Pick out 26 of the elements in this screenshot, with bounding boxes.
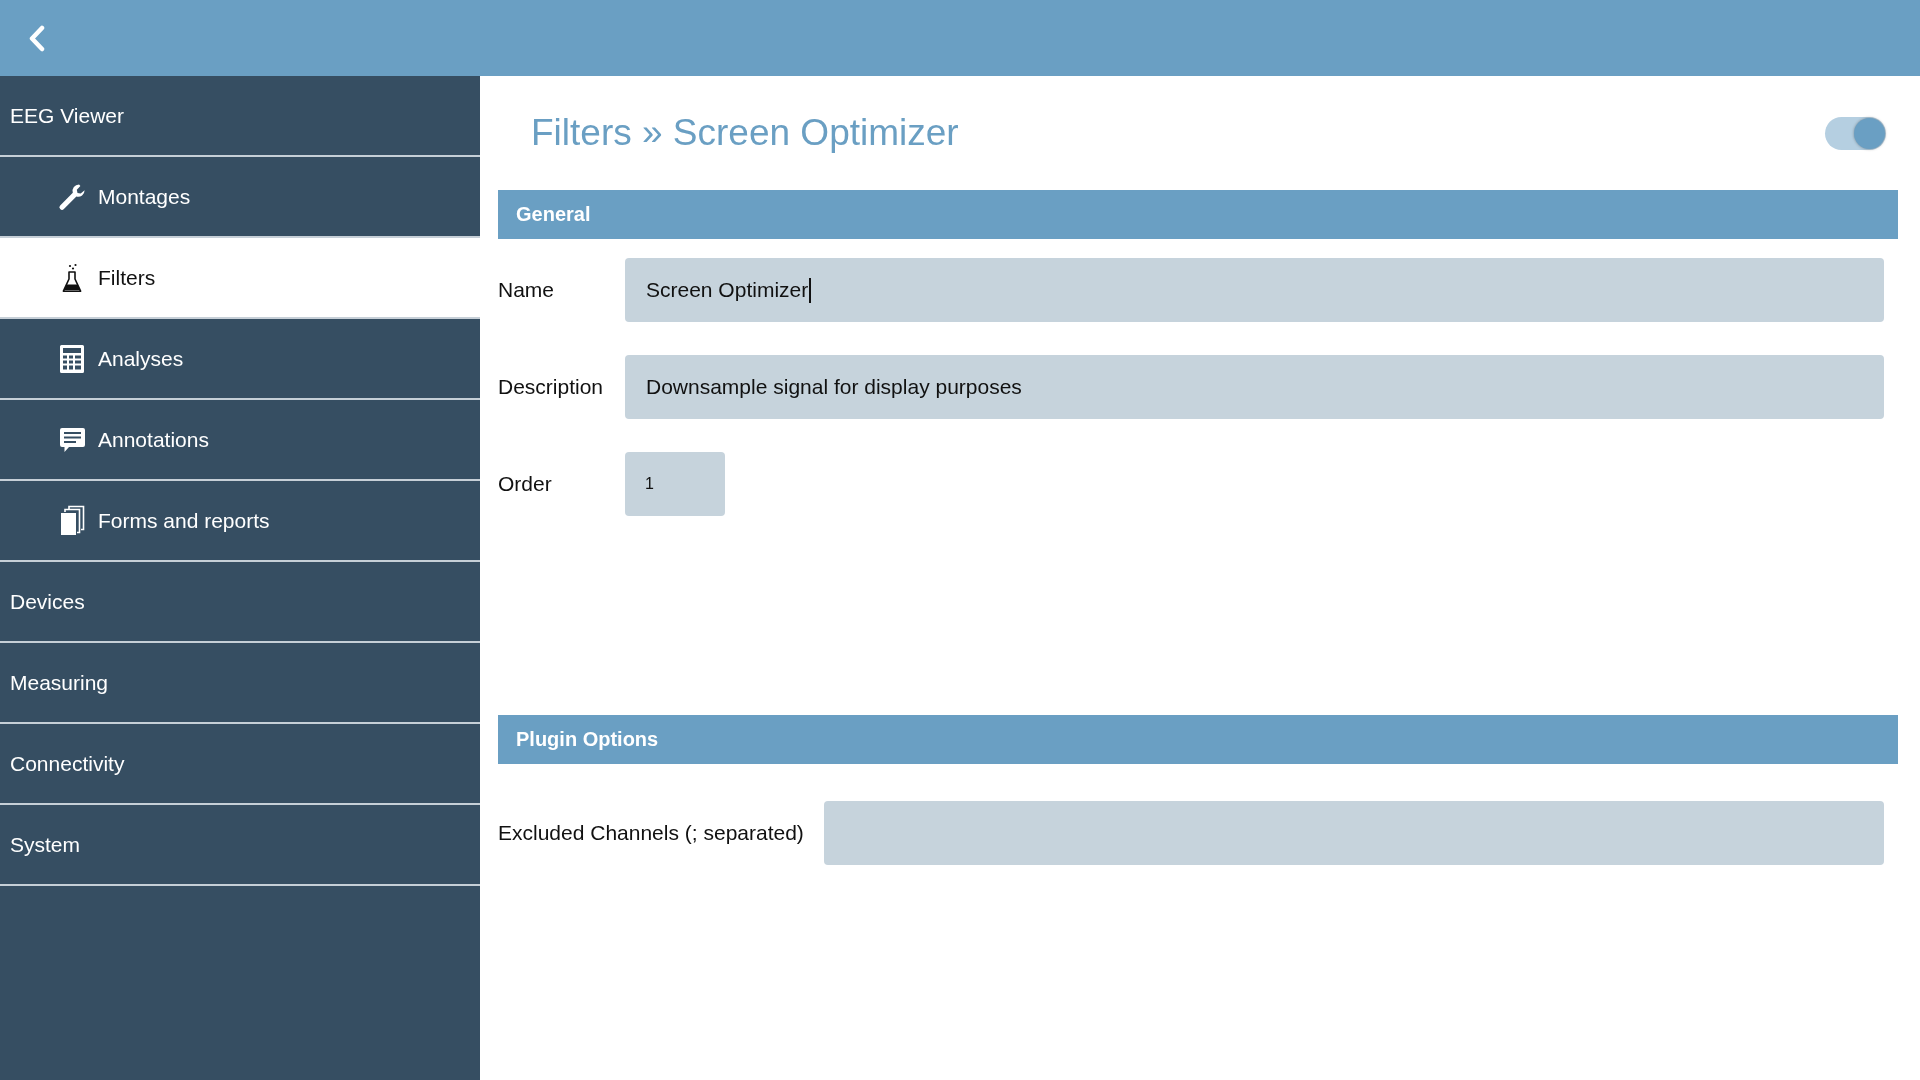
field-label: Name: [498, 278, 556, 302]
input-field[interactable]: Downsample signal for display purposes: [625, 355, 1884, 419]
toggle-switch[interactable]: [1825, 116, 1886, 150]
field-label: Description: [498, 375, 605, 399]
section-header: General: [498, 190, 1898, 239]
sidebar-item[interactable]: Annotations: [0, 400, 480, 481]
page-title: Filters » Screen Optimizer: [530, 112, 959, 154]
sidebar-item[interactable]: Measuring: [0, 643, 480, 724]
sidebar-item[interactable]: Filters: [0, 238, 480, 319]
sidebar-item[interactable]: Connectivity: [0, 724, 480, 805]
sidebar-item[interactable]: Forms and reports: [0, 481, 480, 562]
flask-icon: [62, 262, 82, 293]
wrench-icon: [58, 182, 86, 211]
input-field[interactable]: 1: [625, 452, 725, 516]
documents-icon: [59, 505, 85, 536]
calculator-icon: [59, 343, 85, 374]
input-field[interactable]: [823, 801, 1884, 865]
field-label: Excluded Channels (; separated): [498, 821, 805, 845]
sidebar-item[interactable]: System: [0, 805, 480, 886]
sidebar-item[interactable]: EEG Viewer: [0, 76, 480, 157]
sidebar-item[interactable]: Analyses: [0, 319, 480, 400]
input-field[interactable]: Screen Optimizer: [625, 258, 1884, 322]
speech-bubble-icon: [58, 426, 86, 453]
sidebar-item[interactable]: Devices: [0, 562, 480, 643]
section-header: Plugin Options: [498, 715, 1898, 764]
field-label: Order: [498, 472, 553, 496]
